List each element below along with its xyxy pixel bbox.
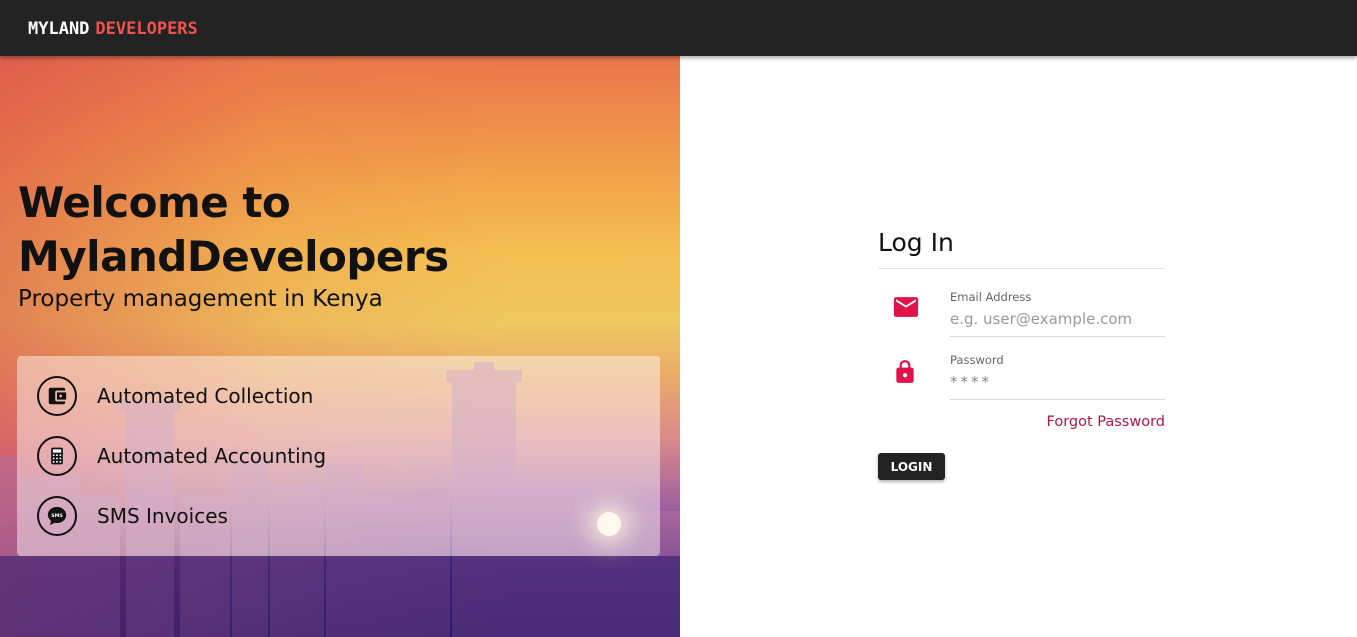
feature-sms-invoices: SMS SMS Invoices (37, 496, 228, 536)
feature-automated-collection: Automated Collection (37, 376, 313, 416)
wallet-icon (37, 376, 77, 416)
features-card: Automated Collection Automated Accountin… (17, 356, 660, 556)
brand-logo[interactable]: MYLAND DEVELOPERS (28, 19, 198, 39)
email-field: Email Address (950, 290, 1165, 337)
feature-label: Automated Collection (97, 384, 314, 408)
login-form: Log In Email Address Password Forgot Pas… (878, 226, 1165, 480)
top-navbar: MYLAND DEVELOPERS (0, 0, 1357, 56)
email-label: Email Address (950, 290, 1032, 304)
brand-secondary: DEVELOPERS (95, 19, 198, 39)
email-input[interactable] (950, 304, 1165, 336)
password-field: Password (950, 353, 1165, 400)
calculator-icon (37, 436, 77, 476)
forgot-password-link[interactable]: Forgot Password (1047, 414, 1166, 430)
svg-text:SMS: SMS (51, 513, 63, 519)
feature-automated-accounting: Automated Accounting (37, 436, 326, 476)
lock-icon (892, 359, 918, 389)
hero-title: Welcome to MylandDevelopers (18, 178, 449, 281)
password-input[interactable] (950, 367, 1165, 399)
hero-panel: Welcome to MylandDevelopers Property man… (0, 56, 680, 637)
login-divider (878, 268, 1165, 269)
login-button[interactable]: LOGIN (878, 453, 945, 480)
hero-subtitle: Property management in Kenya (18, 286, 383, 312)
brand-primary: MYLAND (28, 19, 90, 39)
feature-label: Automated Accounting (97, 444, 327, 468)
envelope-icon (892, 296, 920, 322)
sms-icon: SMS (37, 496, 77, 536)
login-title: Log In (878, 228, 954, 257)
password-label: Password (950, 353, 1004, 367)
feature-label: SMS Invoices (97, 504, 228, 528)
